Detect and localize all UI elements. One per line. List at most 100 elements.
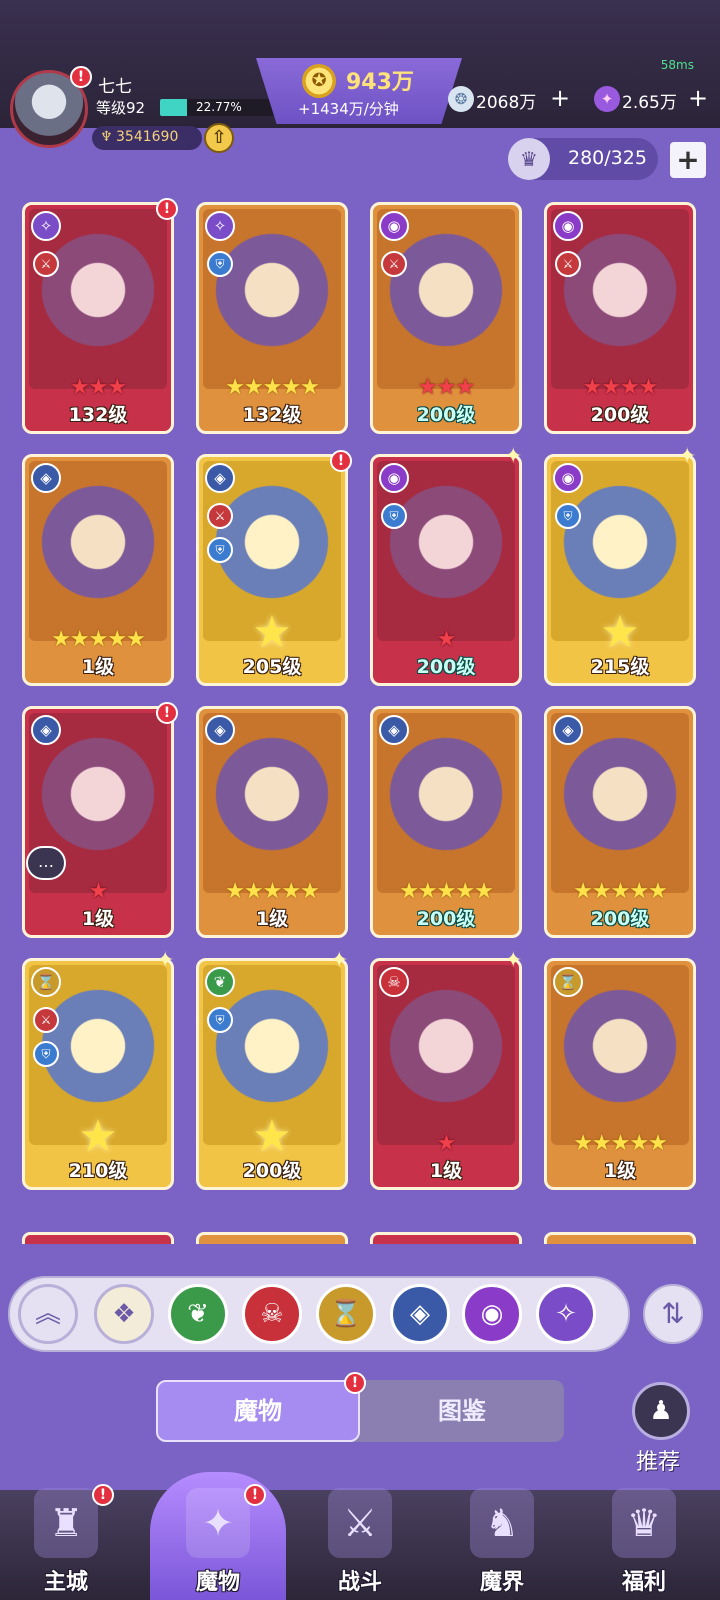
faction-icon: ◈ [205,463,235,493]
star-rank: ★ [88,879,109,904]
monster-card[interactable]: ◈ ★★★★★ 200级 [370,706,522,938]
monster-card[interactable]: ◈ ★★★★★ 1级 [22,454,174,686]
demon-realm-icon: ♞ [470,1488,534,1558]
monster-card[interactable]: ◈ ★ 1级 [22,706,174,938]
expand-roster-button[interactable]: + [670,142,706,178]
tab-codex[interactable]: 图鉴 [360,1380,564,1442]
faction-icon: ◈ [553,715,583,745]
crystals-amount: 2.65万 [622,93,677,113]
monster-card[interactable]: ✧ ⚔ ★★★ 132级 [22,202,174,434]
player-name: 七七 [98,77,132,97]
monster-card[interactable]: ◉ ⚔ ★★★★ 200级 [544,202,696,434]
filter-collapse-button[interactable]: ︽ [18,1284,78,1344]
card-alert-badge: ! [330,450,352,472]
star-rank: ★ [252,607,292,658]
monster-card[interactable]: ☠ ★ 1级 [370,958,522,1190]
defense-role-icon: ⛨ [381,503,407,529]
faction-icon: ❦ [205,967,235,997]
ping-indicator: 58ms [660,58,694,72]
sparkle-icon: ✦ [678,444,697,469]
filter-eye-button[interactable]: ◉ [462,1284,522,1344]
star-rank: ★ [78,1111,118,1162]
nav-monsters-label: 魔物 [195,1570,240,1595]
star-rank: ★★★★★ [573,1131,668,1156]
defense-role-icon: ⛨ [207,251,233,277]
monster-level: 1级 [81,908,115,930]
recommend-button[interactable]: ♟ [632,1382,690,1440]
monster-card-peek [370,1232,522,1244]
star-rank: ★★★★★ [51,627,146,652]
monster-card[interactable]: ◉ ⚔ ★★★ 200级 [370,202,522,434]
monster-level: 1级 [255,908,289,930]
filter-beast-button[interactable]: ◈ [390,1284,450,1344]
roster-slot-icon: ♛ [508,138,550,180]
monster-card[interactable]: ◉ ⛨ ★ 215级 [544,454,696,686]
nav-alert-badge: ! [244,1484,266,1506]
sparkle-icon: ✦ [504,444,523,469]
nav-main-city[interactable]: ♜ 主城! [6,1480,126,1600]
nav-monsters[interactable]: ✦ 魔物! [158,1480,278,1600]
power-display: ♆ 3541690 [92,126,202,150]
monster-card[interactable]: ◈ ★★★★★ 200级 [544,706,696,938]
faction-icon: ◈ [205,715,235,745]
nav-main-city-label: 主城 [43,1570,88,1595]
defense-role-icon: ⛨ [207,537,233,563]
monster-level: 200级 [590,404,650,426]
power-value: 3541690 [116,129,179,145]
star-rank: ★★★★★ [399,879,494,904]
nav-welfare[interactable]: ♛ 福利 [584,1480,704,1600]
tab-monsters-alert: ! [344,1372,366,1394]
monster-card[interactable]: ⌛ ⚔ ⛨ ★ 210级 [22,958,174,1190]
main-city-icon: ♜ [34,1488,98,1558]
monster-level: 132级 [68,404,128,426]
monster-level: 200级 [242,1160,302,1182]
filter-arcane-button[interactable]: ✧ [536,1284,596,1344]
nav-demon-realm-label: 魔界 [479,1570,524,1595]
monster-level: 1级 [603,1160,637,1182]
filter-all-button[interactable]: ❖ [94,1284,154,1344]
monster-level: 1级 [81,656,115,678]
monster-card[interactable]: ◉ ⛨ ★ 200级 [370,454,522,686]
defense-role-icon: ⛨ [207,1007,233,1033]
monster-card[interactable]: ◈ ★★★★★ 1级 [196,706,348,938]
filter-demon-button[interactable]: ☠ [242,1284,302,1344]
battle-icon: ⚔ [328,1488,392,1558]
star-rank: ★★★ [417,375,475,400]
monster-card[interactable]: ◈ ⚔ ⛨ ★ 205级 [196,454,348,686]
defense-role-icon: ⛨ [555,503,581,529]
faction-icon: ✧ [205,211,235,241]
faction-icon: ◈ [31,463,61,493]
monster-card[interactable]: ⌛ ★★★★★ 1级 [544,958,696,1190]
monster-level: 215级 [590,656,650,678]
tab-monsters[interactable]: 魔物 [156,1380,360,1442]
faction-icon: ◉ [553,211,583,241]
gems-add-button[interactable]: + [550,84,570,112]
filter-time-button[interactable]: ⌛ [316,1284,376,1344]
power-up-button[interactable]: ⇧ [204,123,234,153]
crystals-add-button[interactable]: + [688,84,708,112]
star-rank: ★★★ [69,375,127,400]
faction-icon: ⌛ [31,967,61,997]
monsters-icon: ✦ [186,1488,250,1558]
recommend-label[interactable]: 推荐 [636,1444,680,1476]
nav-battle[interactable]: ⚔ 战斗 [300,1480,420,1600]
nav-demon-realm[interactable]: ♞ 魔界 [442,1480,562,1600]
monster-grid: ✧ ⚔ ★★★ 132级! ✧ ⛨ ★★★★★ 132级 ◉ ⚔ ★★★ 200级 ◉ ⚔ ★★★★ 200级… [0,196,720,1244]
card-alert-badge: ! [156,702,178,724]
monster-level: 200级 [590,908,650,930]
monster-card[interactable]: ❦ ⛨ ★ 200级 [196,958,348,1190]
faction-icon: ◈ [379,715,409,745]
filter-nature-button[interactable]: ❦ [168,1284,228,1344]
attack-role-icon: ⚔ [33,251,59,277]
gold-coin-icon: ✪ [302,64,336,98]
sort-button[interactable]: ⇅ [643,1284,703,1344]
monster-card-peek [22,1232,174,1244]
xp-percent: 22.77% [196,100,242,114]
chat-icon[interactable]: … [26,846,66,880]
star-rank: ★ [252,1111,292,1162]
monster-card[interactable]: ✧ ⛨ ★★★★★ 132级 [196,202,348,434]
faction-icon: ◈ [31,715,61,745]
gold-rate: +1434万/分钟 [298,100,399,118]
roster-capacity-value: 280/325 [568,147,647,169]
faction-icon: ◉ [379,211,409,241]
